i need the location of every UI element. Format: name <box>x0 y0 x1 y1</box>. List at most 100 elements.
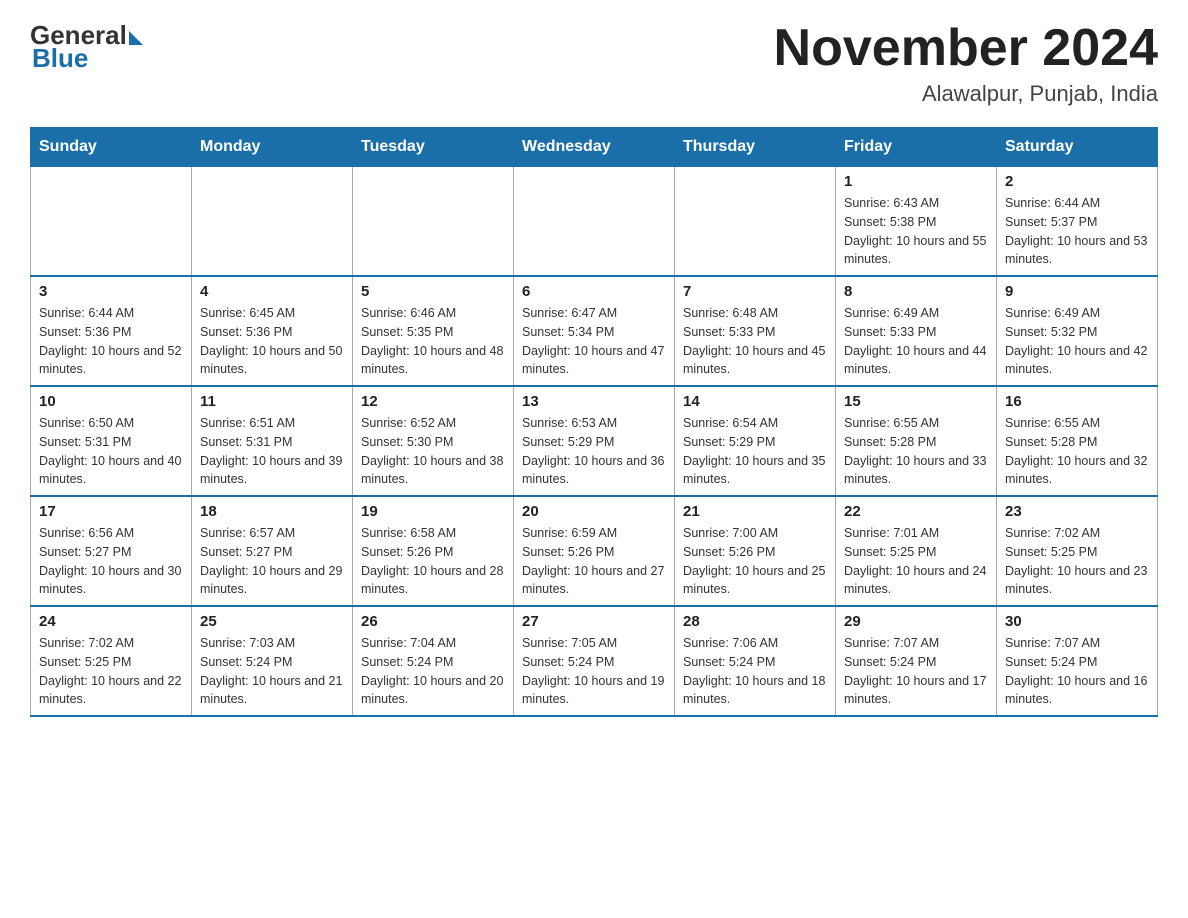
calendar-week-row: 24 Sunrise: 7:02 AM Sunset: 5:25 PM Dayli… <box>31 606 1158 716</box>
logo: General Blue <box>30 20 143 74</box>
header-wednesday: Wednesday <box>514 128 675 167</box>
day-info: Sunrise: 7:02 AM Sunset: 5:25 PM Dayligh… <box>39 634 183 709</box>
header-sunday: Sunday <box>31 128 192 167</box>
day-number: 15 <box>844 393 988 410</box>
table-row: 1Sunrise: 6:43 AM Sunset: 5:38 PM Daylig… <box>836 167 997 277</box>
day-number: 24 <box>39 613 183 630</box>
table-row <box>353 167 514 277</box>
calendar-week-row: 3Sunrise: 6:44 AM Sunset: 5:36 PM Daylig… <box>31 276 1158 386</box>
day-info: Sunrise: 6:54 AM Sunset: 5:29 PM Dayligh… <box>683 414 827 489</box>
day-info: Sunrise: 6:49 AM Sunset: 5:33 PM Dayligh… <box>844 304 988 379</box>
day-number: 4 <box>200 283 344 300</box>
day-info: Sunrise: 6:53 AM Sunset: 5:29 PM Dayligh… <box>522 414 666 489</box>
day-info: Sunrise: 6:58 AM Sunset: 5:26 PM Dayligh… <box>361 524 505 599</box>
day-number: 9 <box>1005 283 1149 300</box>
table-row: 13 Sunrise: 6:53 AM Sunset: 5:29 PM Dayli… <box>514 386 675 496</box>
day-info: Sunrise: 7:00 AM Sunset: 5:26 PM Dayligh… <box>683 524 827 599</box>
day-number: 18 <box>200 503 344 520</box>
day-info: Sunrise: 7:03 AM Sunset: 5:24 PM Dayligh… <box>200 634 344 709</box>
day-number: 21 <box>683 503 827 520</box>
day-number: 12 <box>361 393 505 410</box>
day-number: 10 <box>39 393 183 410</box>
day-info: Sunrise: 6:59 AM Sunset: 5:26 PM Dayligh… <box>522 524 666 599</box>
day-number: 11 <box>200 393 344 410</box>
table-row <box>675 167 836 277</box>
table-row <box>514 167 675 277</box>
day-info: Sunrise: 7:06 AM Sunset: 5:24 PM Dayligh… <box>683 634 827 709</box>
calendar-week-row: 10 Sunrise: 6:50 AM Sunset: 5:31 PM Dayli… <box>31 386 1158 496</box>
table-row: 5 Sunrise: 6:46 AM Sunset: 5:35 PM Daylig… <box>353 276 514 386</box>
calendar-week-row: 1Sunrise: 6:43 AM Sunset: 5:38 PM Daylig… <box>31 167 1158 277</box>
day-number: 5 <box>361 283 505 300</box>
table-row <box>31 167 192 277</box>
weekday-header-row: Sunday Monday Tuesday Wednesday Thursday… <box>31 128 1158 167</box>
table-row: 21 Sunrise: 7:00 AM Sunset: 5:26 PM Dayli… <box>675 496 836 606</box>
table-row: 17Sunrise: 6:56 AM Sunset: 5:27 PM Dayli… <box>31 496 192 606</box>
table-row: 11Sunrise: 6:51 AM Sunset: 5:31 PM Dayli… <box>192 386 353 496</box>
day-info: Sunrise: 6:50 AM Sunset: 5:31 PM Dayligh… <box>39 414 183 489</box>
table-row: 25 Sunrise: 7:03 AM Sunset: 5:24 PM Dayli… <box>192 606 353 716</box>
table-row <box>192 167 353 277</box>
day-number: 30 <box>1005 613 1149 630</box>
page-header: General Blue November 2024 Alawalpur, Pu… <box>30 20 1158 107</box>
table-row: 24 Sunrise: 7:02 AM Sunset: 5:25 PM Dayli… <box>31 606 192 716</box>
day-info: Sunrise: 6:55 AM Sunset: 5:28 PM Dayligh… <box>844 414 988 489</box>
day-info: Sunrise: 6:52 AM Sunset: 5:30 PM Dayligh… <box>361 414 505 489</box>
day-info: Sunrise: 6:48 AM Sunset: 5:33 PM Dayligh… <box>683 304 827 379</box>
day-info: Sunrise: 7:01 AM Sunset: 5:25 PM Dayligh… <box>844 524 988 599</box>
day-info: Sunrise: 7:05 AM Sunset: 5:24 PM Dayligh… <box>522 634 666 709</box>
table-row: 7 Sunrise: 6:48 AM Sunset: 5:33 PM Daylig… <box>675 276 836 386</box>
day-number: 23 <box>1005 503 1149 520</box>
table-row: 6Sunrise: 6:47 AM Sunset: 5:34 PM Daylig… <box>514 276 675 386</box>
table-row: 14Sunrise: 6:54 AM Sunset: 5:29 PM Dayli… <box>675 386 836 496</box>
table-row: 3Sunrise: 6:44 AM Sunset: 5:36 PM Daylig… <box>31 276 192 386</box>
day-info: Sunrise: 6:47 AM Sunset: 5:34 PM Dayligh… <box>522 304 666 379</box>
day-info: Sunrise: 6:56 AM Sunset: 5:27 PM Dayligh… <box>39 524 183 599</box>
day-info: Sunrise: 7:02 AM Sunset: 5:25 PM Dayligh… <box>1005 524 1149 599</box>
table-row: 2Sunrise: 6:44 AM Sunset: 5:37 PM Daylig… <box>997 167 1158 277</box>
day-info: Sunrise: 7:04 AM Sunset: 5:24 PM Dayligh… <box>361 634 505 709</box>
table-row: 22Sunrise: 7:01 AM Sunset: 5:25 PM Dayli… <box>836 496 997 606</box>
day-info: Sunrise: 6:45 AM Sunset: 5:36 PM Dayligh… <box>200 304 344 379</box>
day-number: 19 <box>361 503 505 520</box>
day-number: 13 <box>522 393 666 410</box>
day-number: 26 <box>361 613 505 630</box>
day-number: 20 <box>522 503 666 520</box>
calendar-subtitle: Alawalpur, Punjab, India <box>774 81 1158 107</box>
header-saturday: Saturday <box>997 128 1158 167</box>
header-tuesday: Tuesday <box>353 128 514 167</box>
logo-blue-text: Blue <box>32 43 88 74</box>
header-thursday: Thursday <box>675 128 836 167</box>
table-row: 20 Sunrise: 6:59 AM Sunset: 5:26 PM Dayli… <box>514 496 675 606</box>
table-row: 16 Sunrise: 6:55 AM Sunset: 5:28 PM Dayli… <box>997 386 1158 496</box>
title-area: November 2024 Alawalpur, Punjab, India <box>774 20 1158 107</box>
day-info: Sunrise: 7:07 AM Sunset: 5:24 PM Dayligh… <box>1005 634 1149 709</box>
calendar-title: November 2024 <box>774 20 1158 77</box>
day-info: Sunrise: 6:44 AM Sunset: 5:36 PM Dayligh… <box>39 304 183 379</box>
day-info: Sunrise: 6:55 AM Sunset: 5:28 PM Dayligh… <box>1005 414 1149 489</box>
day-number: 8 <box>844 283 988 300</box>
table-row: 23 Sunrise: 7:02 AM Sunset: 5:25 PM Dayli… <box>997 496 1158 606</box>
day-number: 25 <box>200 613 344 630</box>
day-number: 29 <box>844 613 988 630</box>
table-row: 15 Sunrise: 6:55 AM Sunset: 5:28 PM Dayli… <box>836 386 997 496</box>
day-number: 16 <box>1005 393 1149 410</box>
day-info: Sunrise: 6:57 AM Sunset: 5:27 PM Dayligh… <box>200 524 344 599</box>
table-row: 9Sunrise: 6:49 AM Sunset: 5:32 PM Daylig… <box>997 276 1158 386</box>
table-row: 19 Sunrise: 6:58 AM Sunset: 5:26 PM Dayli… <box>353 496 514 606</box>
day-info: Sunrise: 7:07 AM Sunset: 5:24 PM Dayligh… <box>844 634 988 709</box>
table-row: 8 Sunrise: 6:49 AM Sunset: 5:33 PM Daylig… <box>836 276 997 386</box>
table-row: 12 Sunrise: 6:52 AM Sunset: 5:30 PM Dayli… <box>353 386 514 496</box>
table-row: 27 Sunrise: 7:05 AM Sunset: 5:24 PM Dayli… <box>514 606 675 716</box>
day-number: 2 <box>1005 173 1149 190</box>
day-info: Sunrise: 6:46 AM Sunset: 5:35 PM Dayligh… <box>361 304 505 379</box>
day-number: 27 <box>522 613 666 630</box>
table-row: 4 Sunrise: 6:45 AM Sunset: 5:36 PM Daylig… <box>192 276 353 386</box>
table-row: 29 Sunrise: 7:07 AM Sunset: 5:24 PM Dayli… <box>836 606 997 716</box>
calendar-table: Sunday Monday Tuesday Wednesday Thursday… <box>30 127 1158 717</box>
header-monday: Monday <box>192 128 353 167</box>
day-number: 7 <box>683 283 827 300</box>
calendar-week-row: 17Sunrise: 6:56 AM Sunset: 5:27 PM Dayli… <box>31 496 1158 606</box>
table-row: 30 Sunrise: 7:07 AM Sunset: 5:24 PM Dayli… <box>997 606 1158 716</box>
table-row: 18 Sunrise: 6:57 AM Sunset: 5:27 PM Dayli… <box>192 496 353 606</box>
